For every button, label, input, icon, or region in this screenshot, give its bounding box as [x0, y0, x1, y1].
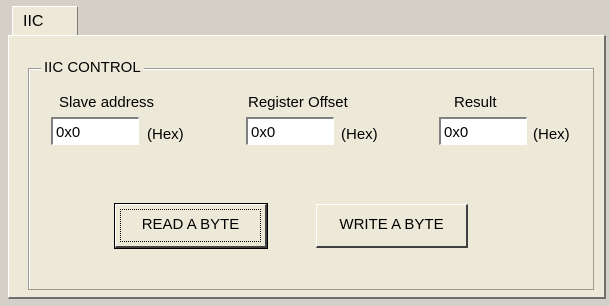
group-title: IIC CONTROL: [41, 59, 144, 77]
write-a-byte-label: WRITE A BYTE: [339, 216, 444, 233]
result-field[interactable]: [439, 117, 527, 145]
result-unit: (Hex): [533, 126, 570, 143]
register-offset-unit: (Hex): [341, 126, 378, 143]
read-a-byte-button[interactable]: READ A BYTE: [114, 203, 268, 249]
slave-address-field[interactable]: [51, 117, 139, 145]
iic-control-group: IIC CONTROL Slave address (Hex) Register…: [28, 59, 594, 290]
tab-page: IIC CONTROL Slave address (Hex) Register…: [8, 35, 606, 299]
register-offset-label: Register Offset: [248, 94, 348, 111]
result-label: Result: [454, 94, 497, 111]
register-offset-field[interactable]: [246, 117, 334, 145]
slave-address-unit: (Hex): [147, 126, 184, 143]
focus-ring: [120, 209, 261, 242]
tab-iic[interactable]: IIC: [12, 6, 78, 36]
tab-label: IIC: [23, 13, 44, 30]
write-a-byte-button[interactable]: WRITE A BYTE: [316, 204, 468, 248]
slave-address-label: Slave address: [59, 94, 155, 111]
